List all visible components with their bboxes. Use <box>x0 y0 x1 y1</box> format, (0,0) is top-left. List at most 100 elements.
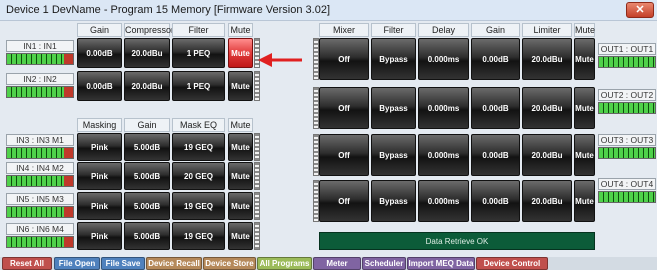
input-1-label: IN1 : IN1 <box>6 40 74 52</box>
output-3-meter <box>598 147 656 159</box>
input-3-slider[interactable] <box>254 133 260 161</box>
input-4-label: IN4 : IN4 M2 <box>6 162 74 174</box>
header-out-filter: Filter <box>371 23 416 37</box>
header-gain: Gain <box>77 23 122 37</box>
input-4-mute-button[interactable]: Mute <box>228 162 253 190</box>
import-meq-data-button[interactable]: Import MEQ Data <box>407 257 475 270</box>
reset-all-button[interactable]: Reset All <box>2 257 52 270</box>
output-3-gain-button[interactable]: 0.00dB <box>471 134 520 176</box>
input-6-label: IN6 : IN6 M4 <box>6 223 74 235</box>
input-6-slider[interactable] <box>254 222 260 250</box>
output-4-mixer-button[interactable]: Off <box>319 180 369 222</box>
input-2-compressor-button[interactable]: 20.0dBu <box>124 71 170 101</box>
input-2-gain-button[interactable]: 0.00dB <box>77 71 122 101</box>
output-4-gain-button[interactable]: 0.00dB <box>471 180 520 222</box>
header-mask-eq: Mask EQ <box>172 118 225 132</box>
input-4-mask-eq-button[interactable]: 20 GEQ <box>172 162 225 190</box>
header-masking: Masking <box>77 118 122 132</box>
output-1-label: OUT1 : OUT1 <box>598 43 656 55</box>
output-3-mute-button[interactable]: Mute <box>574 134 595 176</box>
output-4-limiter-button[interactable]: 20.0dBu <box>522 180 572 222</box>
output-3-delay-button[interactable]: 0.000ms <box>418 134 469 176</box>
input-2-label: IN2 : IN2 <box>6 73 74 85</box>
bottom-toolbar: Reset All File Open File Save Device Rec… <box>0 257 657 270</box>
output-1-meter <box>598 56 656 68</box>
scheduler-button[interactable]: Scheduler <box>362 257 406 270</box>
input-6-mask-eq-button[interactable]: 19 GEQ <box>172 222 225 250</box>
output-2-delay-button[interactable]: 0.000ms <box>418 87 469 129</box>
input-5-mask-eq-button[interactable]: 19 GEQ <box>172 192 225 220</box>
output-2-gain-button[interactable]: 0.00dB <box>471 87 520 129</box>
meter-button[interactable]: Meter <box>313 257 361 270</box>
output-2-mute-button[interactable]: Mute <box>574 87 595 129</box>
input-1-filter-button[interactable]: 1 PEQ <box>172 38 225 68</box>
input-4-gain-button[interactable]: 5.00dB <box>124 162 170 190</box>
output-1-limiter-button[interactable]: 20.0dBu <box>522 38 572 80</box>
input-4-masking-button[interactable]: Pink <box>77 162 122 190</box>
file-save-button[interactable]: File Save <box>101 257 145 270</box>
header-delay: Delay <box>418 23 469 37</box>
output-1-gain-button[interactable]: 0.00dB <box>471 38 520 80</box>
output-3-filter-button[interactable]: Bypass <box>371 134 416 176</box>
input-3-masking-button[interactable]: Pink <box>77 133 122 161</box>
status-bar: Data Retrieve OK <box>319 232 595 250</box>
output-1-filter-button[interactable]: Bypass <box>371 38 416 80</box>
output-4-label: OUT4 : OUT4 <box>598 178 656 190</box>
input-3-mask-eq-button[interactable]: 19 GEQ <box>172 133 225 161</box>
output-1-mixer-button[interactable]: Off <box>319 38 369 80</box>
device-recall-button[interactable]: Device Recall <box>146 257 202 270</box>
output-4-meter <box>598 191 656 203</box>
file-open-button[interactable]: File Open <box>54 257 100 270</box>
input-2-filter-button[interactable]: 1 PEQ <box>172 71 225 101</box>
window-title: Device 1 DevName - Program 15 Memory [Fi… <box>6 4 330 16</box>
input-3-meter <box>6 147 74 159</box>
input-1-compressor-button[interactable]: 20.0dBu <box>124 38 170 68</box>
output-4-delay-button[interactable]: 0.000ms <box>418 180 469 222</box>
header-mask-mute: Mute <box>228 118 253 132</box>
main-panel: Gain Compressor Filter Mute IN1 : IN1 0.… <box>0 21 657 257</box>
output-1-delay-button[interactable]: 0.000ms <box>418 38 469 80</box>
output-2-mixer-button[interactable]: Off <box>319 87 369 129</box>
close-icon: ✕ <box>635 4 645 16</box>
header-out-gain: Gain <box>471 23 520 37</box>
output-2-filter-button[interactable]: Bypass <box>371 87 416 129</box>
output-3-label: OUT3 : OUT3 <box>598 134 656 146</box>
output-4-mute-button[interactable]: Mute <box>574 180 595 222</box>
input-5-gain-button[interactable]: 5.00dB <box>124 192 170 220</box>
input-1-gain-button[interactable]: 0.00dB <box>77 38 122 68</box>
input-5-mute-button[interactable]: Mute <box>228 192 253 220</box>
input-1-mute-button[interactable]: Mute <box>228 38 253 68</box>
input-2-mute-button[interactable]: Mute <box>228 71 253 101</box>
input-5-slider[interactable] <box>254 192 260 220</box>
input-5-meter <box>6 206 74 218</box>
close-button[interactable]: ✕ <box>626 2 654 18</box>
header-mixer: Mixer <box>319 23 369 37</box>
input-3-gain-button[interactable]: 5.00dB <box>124 133 170 161</box>
output-2-meter <box>598 102 656 114</box>
output-3-limiter-button[interactable]: 20.0dBu <box>522 134 572 176</box>
input-6-mute-button[interactable]: Mute <box>228 222 253 250</box>
device-control-button[interactable]: Device Control <box>476 257 548 270</box>
output-3-mixer-button[interactable]: Off <box>319 134 369 176</box>
output-2-limiter-button[interactable]: 20.0dBu <box>522 87 572 129</box>
title-bar: Device 1 DevName - Program 15 Memory [Fi… <box>0 0 657 21</box>
all-programs-button[interactable]: All Programs <box>257 257 312 270</box>
arrow-icon <box>258 53 302 67</box>
input-3-label: IN3 : IN3 M1 <box>6 134 74 146</box>
input-4-slider[interactable] <box>254 162 260 190</box>
header-mask-gain: Gain <box>124 118 170 132</box>
header-out-mute: Mute <box>574 23 596 37</box>
output-1-mute-button[interactable]: Mute <box>574 38 595 80</box>
input-6-gain-button[interactable]: 5.00dB <box>124 222 170 250</box>
device-store-button[interactable]: Device Store <box>203 257 256 270</box>
output-4-filter-button[interactable]: Bypass <box>371 180 416 222</box>
input-5-label: IN5 : IN5 M3 <box>6 193 74 205</box>
input-4-meter <box>6 175 74 187</box>
output-2-label: OUT2 : OUT2 <box>598 89 656 101</box>
input-6-meter <box>6 236 74 248</box>
input-2-slider[interactable] <box>254 71 260 101</box>
input-6-masking-button[interactable]: Pink <box>77 222 122 250</box>
input-3-mute-button[interactable]: Mute <box>228 133 253 161</box>
input-5-masking-button[interactable]: Pink <box>77 192 122 220</box>
input-2-meter <box>6 86 74 98</box>
